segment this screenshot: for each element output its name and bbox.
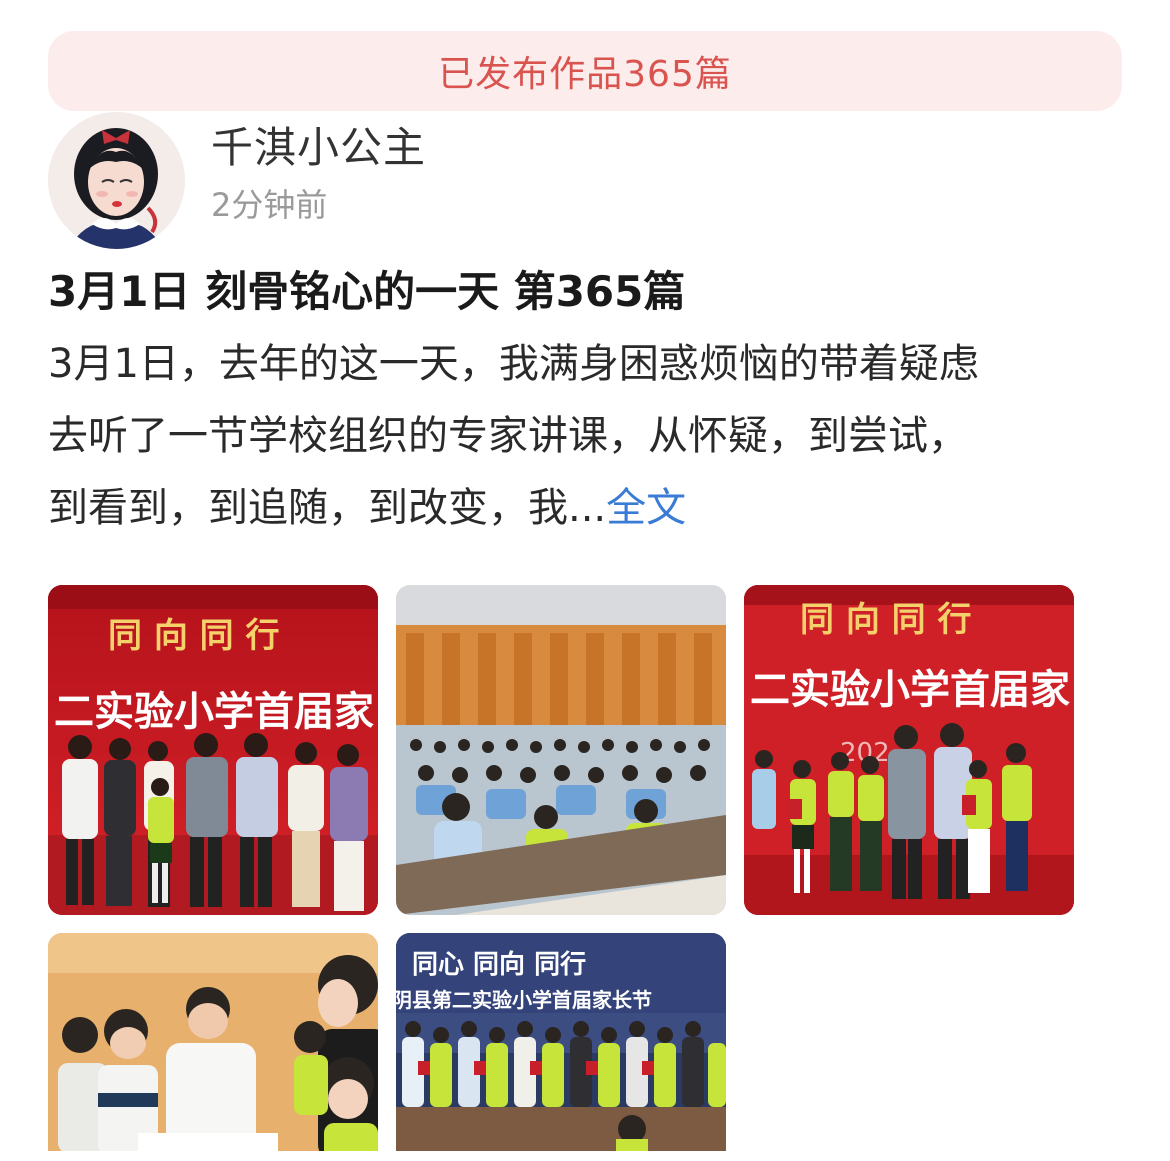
photo-banner-text: 同心 同向 同行 — [412, 949, 586, 980]
read-full-link[interactable]: 全文 — [606, 485, 686, 531]
classroom-photo-image — [48, 933, 378, 1151]
photo-banner-text: 同 向 同 行 — [800, 600, 972, 640]
post-photo-4[interactable] — [48, 933, 378, 1151]
post-body-line: 3月1日，去年的这一天，我满身困惑烦恼的带着疑虑 — [48, 341, 979, 387]
group-photo-image: 同 向 同 行 二实验小学首届家 — [48, 585, 378, 915]
author-name[interactable]: 千淇小公主 — [211, 114, 426, 175]
avatar-image — [48, 112, 185, 249]
post-photo-1[interactable]: 同 向 同 行 二实验小学首届家 — [48, 585, 378, 915]
published-count-text: 已发布作品365篇 — [438, 54, 732, 95]
photo-banner-text: 阴县第二实验小学首届家长节 — [396, 988, 652, 1012]
auditorium-photo-image — [396, 585, 726, 915]
post-body-line: 到看到，到追随，到改变，我...全文 — [48, 472, 1128, 544]
photo-banner-text: 同 向 同 行 — [108, 616, 280, 656]
post-photo-5[interactable]: 同心 同向 同行 阴县第二实验小学首届家长节 — [396, 933, 726, 1151]
stage-photo-image: 同心 同向 同行 阴县第二实验小学首届家长节 — [396, 933, 726, 1151]
post-body-text: 到看到，到追随，到改变，我... — [48, 485, 607, 531]
post-photo-2[interactable] — [396, 585, 726, 915]
photo-banner-text: 二实验小学首届家 — [54, 688, 374, 735]
photo-banner-text: 二实验小学首届家 — [750, 666, 1070, 713]
post-photo-3[interactable]: 同 向 同 行 二实验小学首届家 202 — [744, 585, 1074, 915]
avatar[interactable] — [48, 112, 185, 249]
post-body-line: 去听了一节学校组织的专家讲课，从怀疑，到尝试， — [48, 413, 968, 459]
published-count-banner[interactable]: 已发布作品365篇 — [48, 31, 1122, 111]
post-title[interactable]: 3月1日 刻骨铭心的一天 第365篇 — [48, 258, 685, 319]
students-photo-image: 同 向 同 行 二实验小学首届家 202 — [744, 585, 1074, 915]
post-timestamp: 2分钟前 — [211, 186, 328, 224]
post-body[interactable]: 3月1日，去年的这一天，我满身困惑烦恼的带着疑虑 去听了一节学校组织的专家讲课，… — [48, 328, 1128, 544]
